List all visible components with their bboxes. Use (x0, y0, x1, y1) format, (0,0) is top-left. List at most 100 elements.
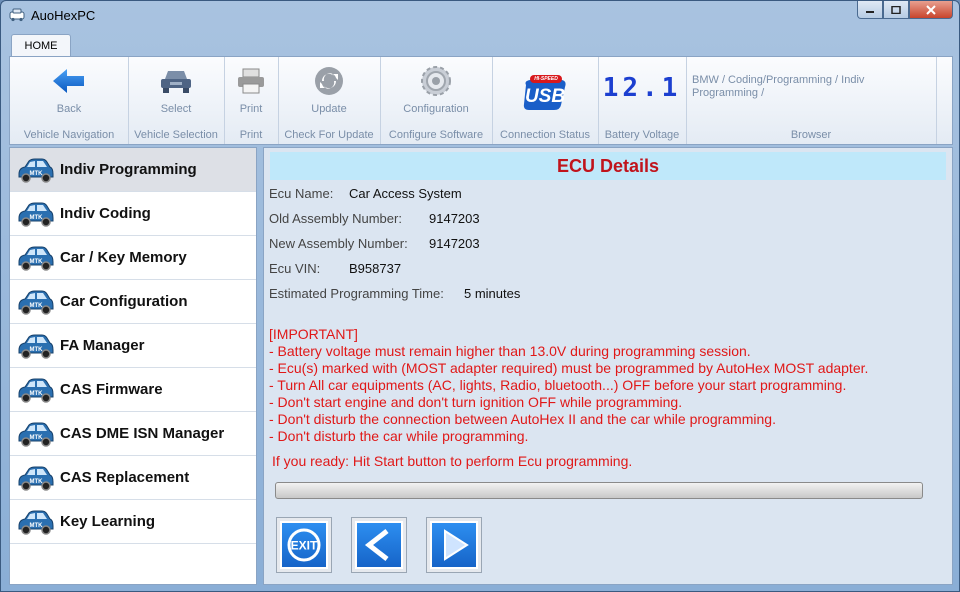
select-button-label: Select (160, 103, 192, 115)
ribbon-group-browser: BMW / Coding/Programming / Indiv Program… (686, 57, 937, 144)
usb-badge-text: USB (524, 86, 566, 107)
old-assembly-value: 9147203 (429, 211, 480, 226)
ribbon-tabs: HOME (9, 33, 953, 58)
sidebar-item-label: CAS DME ISN Manager (60, 425, 225, 442)
app-car-icon (9, 8, 25, 22)
sidebar-item[interactable]: MTK Indiv Coding (10, 192, 256, 236)
programming-progress-bar (275, 482, 923, 499)
sidebar-item-label: CAS Replacement (60, 469, 190, 486)
car-mtk-icon: MTK (18, 334, 54, 359)
ecu-name-label: Ecu Name: (269, 186, 334, 201)
sidebar-item[interactable]: MTK CAS Firmware (10, 368, 256, 412)
car-badge-text: MTK (30, 435, 44, 441)
ribbon-group-battery-voltage: 12.1 Battery Voltage (598, 57, 687, 144)
maximize-button[interactable] (883, 1, 909, 19)
sidebar-item[interactable]: MTK CAS DME ISN Manager (10, 412, 256, 456)
tab-home[interactable]: HOME (11, 34, 71, 58)
ribbon-group-vehicle-navigation: Back Vehicle Navigation (10, 57, 129, 144)
group-label-print: Print (239, 129, 263, 141)
group-label-browser: Browser (790, 129, 832, 141)
back-arrow-icon (53, 69, 84, 93)
start-button[interactable] (426, 517, 482, 573)
warning-line: - Don't disturb the car while programmin… (269, 428, 529, 444)
sidebar-item-label: Indiv Coding (60, 205, 151, 222)
car-front-icon (161, 71, 191, 93)
sidebar-item-label: Indiv Programming (60, 161, 197, 178)
printer-icon (238, 68, 264, 94)
sidebar-item[interactable]: MTK Indiv Programming (10, 148, 256, 192)
close-button[interactable] (909, 1, 953, 19)
usb-icon: HI-SPEED USB (520, 75, 570, 113)
car-badge-text: MTK (30, 479, 44, 485)
warning-line: - Battery voltage must remain higher tha… (269, 343, 751, 359)
print-button-label: Print (239, 103, 263, 115)
car-mtk-icon: MTK (18, 158, 54, 183)
car-badge-text: MTK (30, 303, 44, 309)
car-badge-text: MTK (30, 523, 44, 529)
ribbon-group-connection-status: HI-SPEED USB Connection Status (492, 57, 599, 144)
play-icon (444, 529, 469, 561)
important-warnings: [IMPORTANT] - Battery voltage must remai… (269, 326, 868, 445)
group-label-vehicle-navigation: Vehicle Navigation (23, 129, 115, 141)
refresh-icon (315, 67, 343, 95)
configuration-button[interactable]: Configuration (380, 63, 492, 115)
sidebar-item[interactable]: MTK CAS Replacement (10, 456, 256, 500)
chevron-left-icon (364, 529, 389, 561)
window-title: AuoHexPC (31, 8, 96, 23)
group-label-battery-voltage: Battery Voltage (604, 129, 680, 141)
ribbon-group-configure-software: Configuration Configure Software (380, 57, 493, 144)
usb-hispeed-badge: HI-SPEED (530, 75, 562, 83)
usb-status: HI-SPEED USB (492, 75, 598, 113)
ribbon-group-check-update: Update Check For Update (278, 57, 381, 144)
programming-time-value: 5 minutes (464, 286, 521, 301)
sidebar-item-label: Key Learning (60, 513, 156, 530)
print-button[interactable]: Print (224, 63, 278, 115)
new-assembly-value: 9147203 (429, 236, 480, 251)
sidebar-item[interactable]: MTK Key Learning (10, 500, 256, 544)
configuration-button-label: Configuration (403, 103, 469, 115)
exit-button[interactable]: EXIT (276, 517, 332, 573)
ecu-details-header: ECU Details (270, 152, 946, 180)
car-badge-text: MTK (30, 171, 44, 177)
group-label-check-update: Check For Update (284, 129, 374, 141)
battery-voltage-display: 12.1 (598, 73, 686, 103)
battery-voltage-value: 12.1 (602, 73, 682, 103)
window-controls (857, 1, 953, 21)
minimize-button[interactable] (857, 1, 883, 19)
close-icon (926, 4, 936, 15)
back-button-label: Back (56, 103, 82, 115)
ecu-vin-label: Ecu VIN: (269, 261, 321, 276)
back-button[interactable]: Back (10, 63, 128, 115)
car-badge-text: MTK (30, 347, 44, 353)
car-badge-text: MTK (30, 259, 44, 265)
car-mtk-icon: MTK (18, 378, 54, 403)
sidebar-item[interactable]: MTK Car Configuration (10, 280, 256, 324)
update-button[interactable]: Update (278, 63, 380, 115)
sidebar-item[interactable]: MTK FA Manager (10, 324, 256, 368)
app-window: AuoHexPC HOME Back Vehicle Navigation Se… (0, 0, 960, 592)
car-mtk-icon: MTK (18, 246, 54, 271)
car-mtk-icon: MTK (18, 290, 54, 315)
car-badge-text: MTK (30, 391, 44, 397)
exit-icon: EXIT (287, 528, 321, 562)
car-mtk-icon: MTK (18, 510, 54, 535)
maximize-icon (891, 5, 901, 14)
update-button-label: Update (311, 103, 347, 115)
programming-time-label: Estimated Programming Time: (269, 286, 444, 301)
new-assembly-label: New Assembly Number: (269, 236, 408, 251)
select-button[interactable]: Select (128, 63, 224, 115)
ready-instruction: If you ready: Hit Start button to perfor… (272, 453, 633, 469)
car-mtk-icon: MTK (18, 422, 54, 447)
ecu-name-value: Car Access System (349, 186, 462, 201)
sidebar-item[interactable]: MTK Car / Key Memory (10, 236, 256, 280)
car-mtk-icon: MTK (18, 202, 54, 227)
previous-button[interactable] (351, 517, 407, 573)
warning-line: - Don't disturb the connection between A… (269, 411, 776, 427)
sidebar-item-label: FA Manager (60, 337, 145, 354)
minimize-icon (866, 10, 874, 13)
title-bar[interactable]: AuoHexPC (1, 1, 959, 29)
sidebar-item-label: Car / Key Memory (60, 249, 187, 266)
ribbon-group-print: Print Print (224, 57, 279, 144)
warning-line: - Ecu(s) marked with (MOST adapter requi… (269, 360, 869, 376)
sidebar-item-label: Car Configuration (60, 293, 188, 310)
